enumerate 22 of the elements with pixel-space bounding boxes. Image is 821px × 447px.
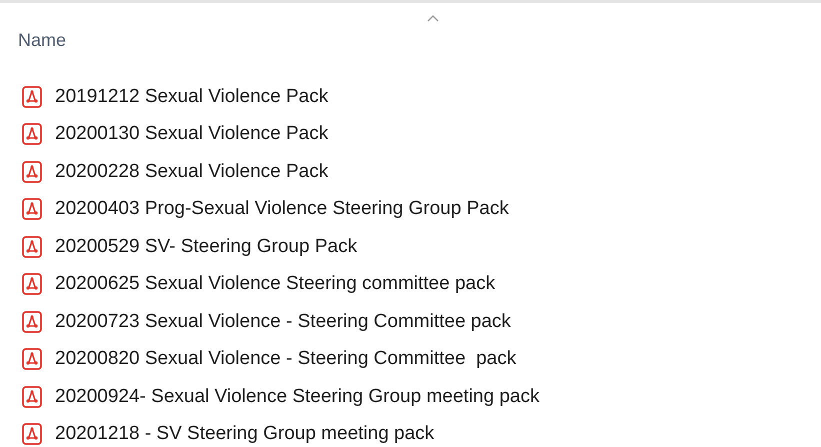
pdf-file-icon: [22, 236, 42, 258]
file-name[interactable]: 20200130 Sexual Violence Pack: [55, 123, 328, 146]
pdf-file-icon: [22, 198, 42, 220]
file-name[interactable]: 20201218 - SV Steering Group meeting pack: [55, 423, 434, 446]
pdf-file-icon: [22, 348, 42, 370]
pdf-file-icon: [22, 423, 42, 446]
file-name[interactable]: 20200228 Sexual Violence Pack: [55, 160, 328, 183]
file-name[interactable]: 20200723 Sexual Violence - Steering Committee pack: [55, 310, 511, 333]
sort-caret-icon: [427, 15, 439, 22]
file-name[interactable]: 20191212 Sexual Violence Pack: [55, 86, 328, 108]
pdf-file-icon: [22, 310, 42, 333]
pdf-file-icon: [22, 86, 42, 108]
pdf-file-icon: [22, 273, 42, 296]
file-name[interactable]: 20200529 SV- Steering Group Pack: [55, 236, 358, 258]
pdf-file-icon: [22, 160, 42, 183]
file-name[interactable]: 20200924- Sexual Violence Steering Group meeting pack: [55, 386, 540, 408]
column-header[interactable]: Name: [18, 27, 66, 67]
pdf-file-icon: [22, 386, 42, 408]
file-name[interactable]: 20200820 Sexual Violence - Steering Committee pack: [55, 348, 516, 370]
file-name[interactable]: 20200625 Sexual Violence Steering committee pack: [55, 273, 496, 296]
file-name[interactable]: 20200403 Prog-Sexual Violence Steering Group Pack: [55, 198, 509, 220]
pdf-file-icon: [22, 123, 42, 146]
